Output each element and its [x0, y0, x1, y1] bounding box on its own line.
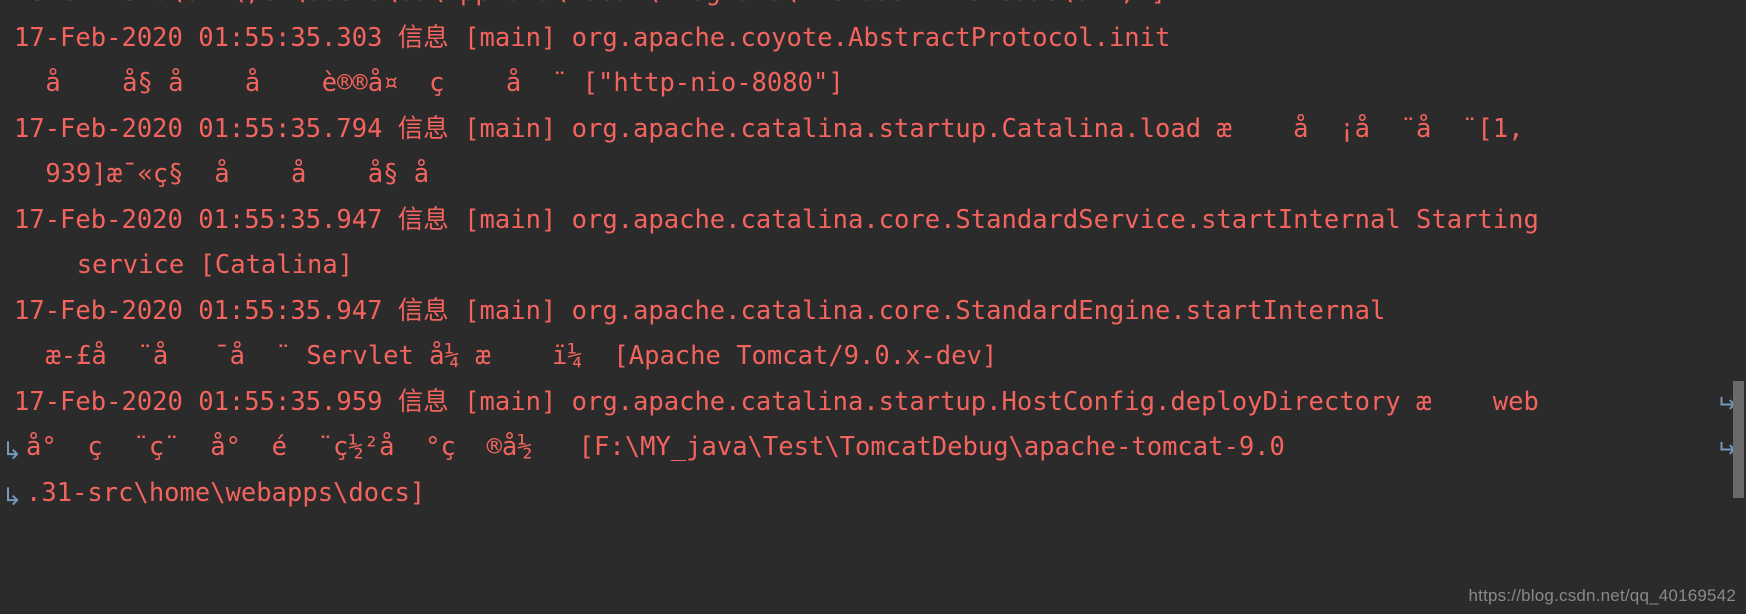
log-output-area[interactable]: Shell 8.0\bin\;C:\Users\su\AppData\Local…: [0, 0, 1746, 516]
watermark-url: https://blog.csdn.net/qq_40169542: [1468, 586, 1736, 605]
log-line-text: .31-src\home\webapps\docs]: [26, 477, 426, 508]
log-line-text: 17-Feb-2020 01:55:35.303 信息 [main] org.a…: [14, 22, 1171, 53]
terminal-window[interactable]: Microsoft\PowerShell\7\;C:\Program Files…: [0, 0, 1746, 614]
log-line-text: å å§ å å è®®å¤ ç å ¨ ["http-nio-8080"]: [30, 68, 844, 98]
log-line: Shell 8.0\bin\;C:\Users\su\AppData\Local…: [0, 0, 1746, 16]
log-line-text: 17-Feb-2020 01:55:35.947 信息 [main] org.a…: [14, 295, 1386, 326]
vertical-scrollbar-thumb[interactable]: [1733, 381, 1744, 498]
log-line: 17-Feb-2020 01:55:35.959 信息 [main] org.a…: [0, 380, 1746, 426]
vertical-scrollbar-track[interactable]: [1730, 0, 1746, 614]
log-line-text: 17-Feb-2020 01:55:35.959 信息 [main] org.a…: [14, 386, 1539, 417]
log-line-text: 17-Feb-2020 01:55:35.947 信息 [main] org.a…: [14, 204, 1539, 235]
log-line: 17-Feb-2020 01:55:35.303 信息 [main] org.a…: [0, 16, 1746, 62]
line-wrap-arrow-icon: ↳: [2, 437, 23, 465]
log-line-text: 939]æ¯«ç§ å å å§ å: [30, 159, 430, 189]
log-line: å å§ å å è®®å¤ ç å ¨ ["http-nio-8080"]: [0, 61, 1746, 107]
log-line: 17-Feb-2020 01:55:35.794 信息 [main] org.a…: [0, 107, 1746, 153]
log-line: 17-Feb-2020 01:55:35.947 信息 [main] org.a…: [0, 289, 1746, 335]
log-line-text: Shell 8.0\bin\;C:\Users\su\AppData\Local…: [30, 0, 1166, 7]
log-line-text: 17-Feb-2020 01:55:35.794 信息 [main] org.a…: [14, 113, 1524, 144]
log-line: 17-Feb-2020 01:55:35.947 信息 [main] org.a…: [0, 198, 1746, 244]
log-line-text: å° ç ¨ç¨ å° é ¨ç½²å °ç ®å½ [F:\MY_java\T…: [26, 432, 1285, 462]
log-line: å° ç ¨ç¨ å° é ¨ç½²å °ç ®å½ [F:\MY_java\T…: [0, 425, 1746, 471]
log-line-text: æ-£å ¨å ¯å ¨ Servlet å¼ æ ï¼ [Apache Tom…: [30, 341, 998, 371]
log-line: æ-£å ¨å ¯å ¨ Servlet å¼ æ ï¼ [Apache Tom…: [0, 334, 1746, 380]
log-line: service [Catalina]: [0, 243, 1746, 289]
log-line: 939]æ¯«ç§ å å å§ å: [0, 152, 1746, 198]
line-wrap-arrow-icon: ↳: [2, 482, 23, 511]
log-line: .31-src\home\webapps\docs] ↳: [0, 471, 1746, 517]
log-line-text: service [Catalina]: [46, 250, 354, 280]
